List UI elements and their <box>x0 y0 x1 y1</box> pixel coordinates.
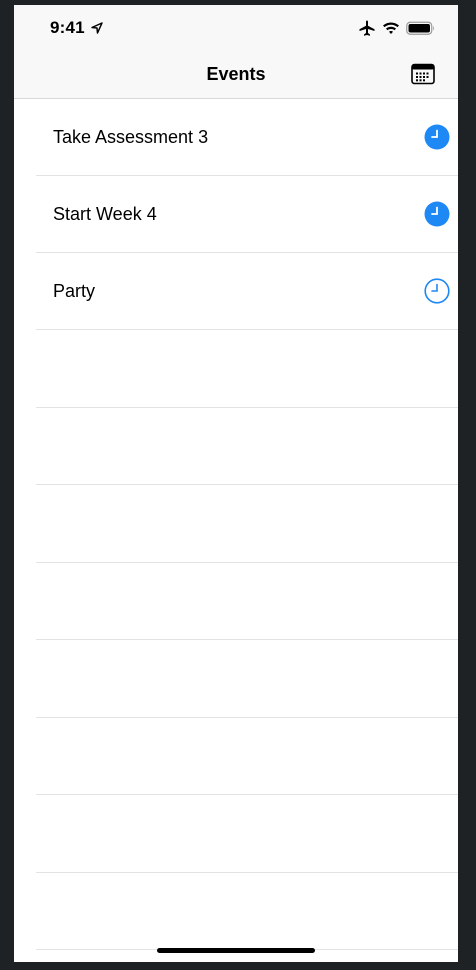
events-list: Take Assessment 3 Start Week 4 Party <box>14 99 458 950</box>
status-time: 9:41 <box>50 18 85 37</box>
event-row[interactable]: Party <box>36 253 458 330</box>
location-arrow-icon <box>91 22 103 34</box>
event-title: Start Week 4 <box>53 204 157 224</box>
home-indicator[interactable] <box>157 948 315 953</box>
empty-row <box>36 408 458 485</box>
airplane-icon <box>359 20 375 36</box>
empty-row <box>36 485 458 563</box>
event-row[interactable]: Take Assessment 3 <box>36 99 458 176</box>
empty-row <box>36 873 458 950</box>
battery-icon <box>406 21 435 35</box>
clock-filled-icon[interactable] <box>424 201 450 227</box>
empty-row <box>36 330 458 408</box>
status-icons <box>358 19 436 37</box>
clock-filled-icon[interactable] <box>424 124 450 150</box>
empty-row <box>36 563 458 640</box>
phone-screen: 9:41 Events Take Assessment 3 Start Week… <box>14 5 458 962</box>
clock-outline-icon[interactable] <box>424 278 450 304</box>
empty-row <box>36 718 458 795</box>
status-bar: 9:41 <box>14 5 458 51</box>
wifi-icon <box>383 22 399 34</box>
empty-row <box>36 640 458 718</box>
navigation-bar: Events <box>14 51 458 99</box>
empty-row <box>36 795 458 873</box>
event-row[interactable]: Start Week 4 <box>36 176 458 253</box>
page-title: Events <box>206 64 266 84</box>
event-title: Party <box>53 281 96 301</box>
event-title: Take Assessment 3 <box>53 127 209 147</box>
calendar-icon[interactable] <box>411 63 435 85</box>
